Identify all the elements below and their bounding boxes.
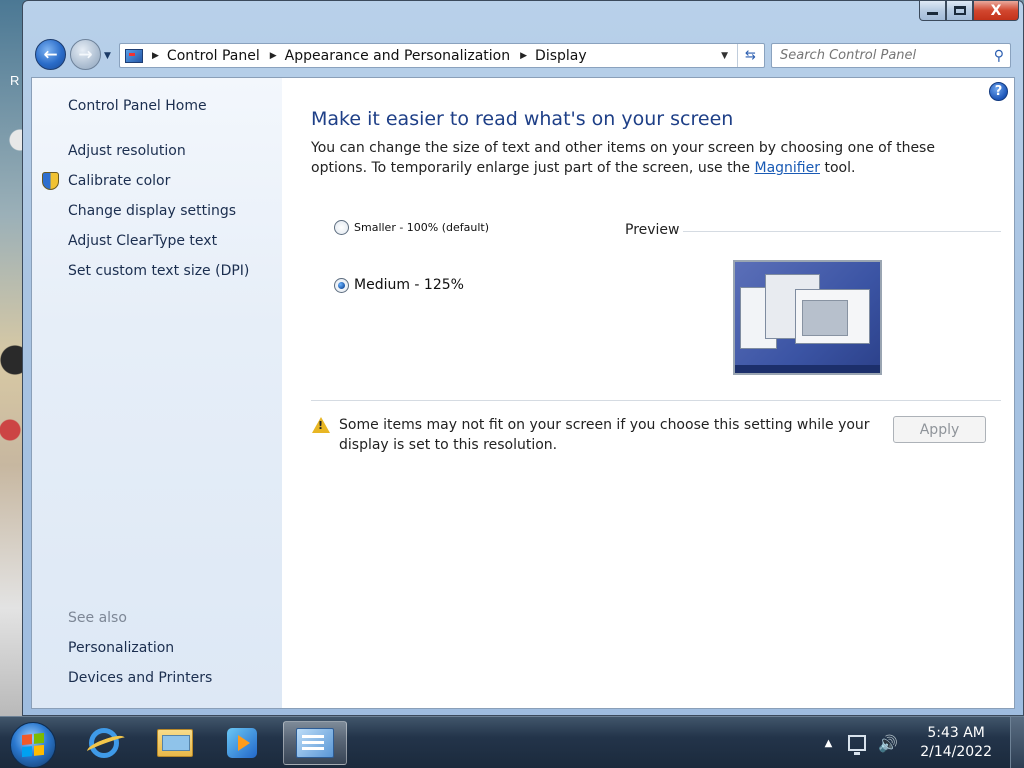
breadcrumb-separator-icon[interactable]: ▶	[520, 51, 527, 61]
forward-arrow-icon: →	[78, 44, 93, 65]
recent-pages-dropdown-icon[interactable]: ▼	[104, 51, 111, 61]
sidebar-link-control-panel-home[interactable]: Control Panel Home	[68, 98, 207, 114]
warning-text: Some items may not fit on your screen if…	[339, 417, 870, 453]
sidebar-link-calibrate-color[interactable]: Calibrate color	[68, 173, 170, 189]
taskbar-control-panel[interactable]	[283, 721, 347, 765]
search-box[interactable]: ⚲	[771, 43, 1011, 68]
volume-icon[interactable]: 🔊	[878, 734, 898, 753]
breadcrumb-appearance[interactable]: Appearance and Personalization	[285, 48, 510, 64]
minimize-button[interactable]	[919, 1, 946, 21]
control-panel-icon	[296, 728, 334, 758]
windows-logo-icon	[22, 732, 44, 758]
preview-image	[733, 260, 882, 375]
breadcrumb-display[interactable]: Display	[535, 48, 587, 64]
minimize-icon	[927, 12, 938, 15]
internet-explorer-icon	[89, 728, 119, 758]
preview-label: Preview	[625, 222, 680, 238]
taskbar-windows-explorer[interactable]	[143, 721, 207, 765]
taskbar-media-player[interactable]	[210, 721, 274, 765]
sidebar: Control Panel Home Adjust resolution Cal…	[32, 78, 282, 708]
address-bar[interactable]: ▶ Control Panel ▶ Appearance and Persona…	[119, 43, 765, 68]
media-player-icon	[227, 728, 257, 758]
apply-button[interactable]: Apply	[893, 416, 986, 443]
uac-shield-icon	[42, 172, 59, 190]
option-smaller-label[interactable]: Smaller - 100% (default)	[354, 221, 489, 234]
close-button[interactable]: X	[973, 1, 1019, 21]
breadcrumb-control-panel[interactable]: Control Panel	[167, 48, 260, 64]
content-area: Control Panel Home Adjust resolution Cal…	[31, 77, 1015, 709]
section-divider	[311, 400, 1001, 401]
radio-smaller[interactable]	[334, 220, 349, 235]
start-button[interactable]	[10, 722, 56, 768]
preview-divider	[683, 231, 1001, 232]
caption-buttons: X	[919, 1, 1019, 21]
breadcrumb-separator-icon[interactable]: ▶	[270, 51, 277, 61]
control-panel-window: X ← → ▼ ▶ Control Panel ▶ Appearance and…	[22, 0, 1024, 716]
preview-taskbar	[735, 365, 880, 373]
windows-explorer-icon	[157, 729, 193, 757]
option-medium-label[interactable]: Medium - 125%	[354, 277, 464, 293]
control-panel-small-icon	[125, 48, 143, 63]
system-tray: ▲ 🔊 5:43 AM 2/14/2022	[825, 717, 1024, 768]
magnifier-link[interactable]: Magnifier	[755, 160, 821, 176]
close-icon: X	[990, 2, 1002, 19]
sidebar-link-custom-text-size[interactable]: Set custom text size (DPI)	[68, 263, 249, 279]
preview-window-icon	[795, 289, 870, 344]
search-input[interactable]	[780, 48, 980, 63]
forward-button[interactable]: →	[70, 39, 101, 70]
back-arrow-icon: ←	[43, 44, 58, 65]
search-icon[interactable]: ⚲	[994, 48, 1004, 64]
intro-text: You can change the size of text and othe…	[311, 138, 991, 178]
back-button[interactable]: ←	[35, 39, 66, 70]
intro-text-end: tool.	[820, 160, 856, 176]
show-desktop-button[interactable]	[1010, 717, 1024, 768]
page-title: Make it easier to read what's on your sc…	[311, 108, 734, 130]
taskbar: ▲ 🔊 5:43 AM 2/14/2022	[0, 716, 1024, 768]
maximize-icon	[953, 6, 966, 15]
radio-medium[interactable]	[334, 277, 349, 293]
address-dropdown-icon[interactable]: ▼	[721, 51, 728, 61]
option-medium[interactable]: Medium - 125%	[334, 277, 464, 293]
preview-window-content	[802, 300, 848, 336]
see-also-heading: See also	[68, 610, 127, 626]
refresh-icon: ⇆	[745, 48, 756, 63]
sidebar-link-adjust-cleartype[interactable]: Adjust ClearType text	[68, 233, 217, 249]
clock[interactable]: 5:43 AM 2/14/2022	[920, 724, 992, 762]
main-panel: ? Make it easier to read what's on your …	[282, 78, 1014, 708]
clock-date: 2/14/2022	[920, 744, 992, 760]
sidebar-link-adjust-resolution[interactable]: Adjust resolution	[68, 143, 186, 159]
warning-icon-mark: !	[318, 419, 324, 432]
network-icon[interactable]	[848, 735, 867, 755]
maximize-button[interactable]	[946, 1, 973, 21]
sidebar-link-personalization[interactable]: Personalization	[68, 640, 174, 656]
taskbar-internet-explorer[interactable]	[72, 721, 136, 765]
desktop-edge-text: R	[10, 73, 20, 88]
clock-time: 5:43 AM	[927, 725, 985, 741]
help-icon[interactable]: ?	[989, 82, 1008, 101]
show-hidden-icons-icon[interactable]: ▲	[825, 738, 833, 749]
breadcrumb-separator-icon[interactable]: ▶	[152, 51, 159, 61]
sidebar-link-devices-printers[interactable]: Devices and Printers	[68, 670, 212, 686]
option-smaller[interactable]: Smaller - 100% (default)	[334, 220, 489, 235]
refresh-button[interactable]: ⇆	[737, 44, 763, 67]
sidebar-link-change-display-settings[interactable]: Change display settings	[68, 203, 236, 219]
